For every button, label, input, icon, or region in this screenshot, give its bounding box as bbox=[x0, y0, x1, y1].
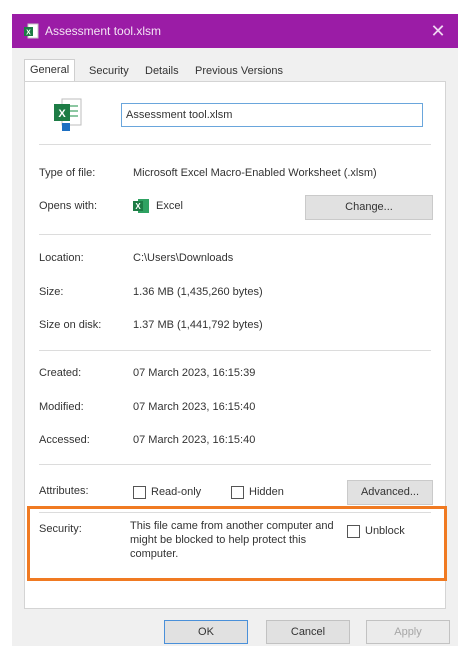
type-of-file-value: Microsoft Excel Macro-Enabled Worksheet … bbox=[133, 167, 377, 179]
excel-file-icon: X bbox=[24, 23, 39, 39]
attributes-label: Attributes: bbox=[39, 485, 89, 497]
size-value: 1.36 MB (1,435,260 bytes) bbox=[133, 286, 263, 298]
type-of-file-label: Type of file: bbox=[39, 167, 96, 179]
created-label: Created: bbox=[39, 367, 82, 379]
close-icon[interactable]: ✕ bbox=[426, 19, 450, 43]
modified-value: 07 March 2023, 16:15:40 bbox=[133, 401, 256, 413]
read-only-label[interactable]: Read-only bbox=[151, 486, 201, 498]
tab-details[interactable]: Details bbox=[140, 61, 184, 82]
excel-file-large-icon: X bbox=[54, 98, 82, 131]
separator bbox=[39, 144, 431, 145]
separator bbox=[39, 350, 431, 351]
ok-button[interactable]: OK bbox=[164, 620, 248, 644]
separator bbox=[39, 464, 431, 465]
title-bar[interactable]: X Assessment tool.xlsm ✕ bbox=[12, 14, 458, 48]
svg-text:X: X bbox=[58, 108, 66, 120]
location-label: Location: bbox=[39, 252, 84, 264]
svg-text:X: X bbox=[26, 30, 31, 37]
size-label: Size: bbox=[39, 286, 64, 298]
tab-previous-versions[interactable]: Previous Versions bbox=[190, 61, 288, 82]
created-value: 07 March 2023, 16:15:39 bbox=[133, 367, 256, 379]
read-only-checkbox[interactable] bbox=[133, 486, 146, 499]
hidden-checkbox[interactable] bbox=[231, 486, 244, 499]
hidden-label[interactable]: Hidden bbox=[249, 486, 284, 498]
file-name-input[interactable]: Assessment tool.xlsm bbox=[121, 103, 423, 127]
opens-with-label: Opens with: bbox=[39, 200, 98, 212]
size-on-disk-label: Size on disk: bbox=[39, 319, 102, 331]
change-button[interactable]: Change... bbox=[305, 195, 433, 220]
location-value: C:\Users\Downloads bbox=[133, 252, 234, 264]
window-title: Assessment tool.xlsm bbox=[45, 24, 162, 38]
advanced-button[interactable]: Advanced... bbox=[347, 480, 433, 505]
modified-label: Modified: bbox=[39, 401, 84, 413]
tab-security[interactable]: Security bbox=[84, 61, 134, 82]
svg-text:X: X bbox=[135, 202, 141, 211]
properties-window: X Assessment tool.xlsm ✕ General Securit… bbox=[0, 0, 458, 646]
apply-button[interactable]: Apply bbox=[366, 620, 450, 644]
accessed-label: Accessed: bbox=[39, 434, 90, 446]
cancel-button[interactable]: Cancel bbox=[266, 620, 350, 644]
accessed-value: 07 March 2023, 16:15:40 bbox=[133, 434, 256, 446]
opens-with-value: Excel bbox=[156, 200, 183, 212]
separator bbox=[39, 234, 431, 235]
size-on-disk-value: 1.37 MB (1,441,792 bytes) bbox=[133, 319, 263, 331]
excel-app-icon: X bbox=[133, 199, 149, 213]
tab-general[interactable]: General bbox=[24, 59, 76, 82]
security-warning-text: This file came from another computer and… bbox=[130, 520, 334, 560]
